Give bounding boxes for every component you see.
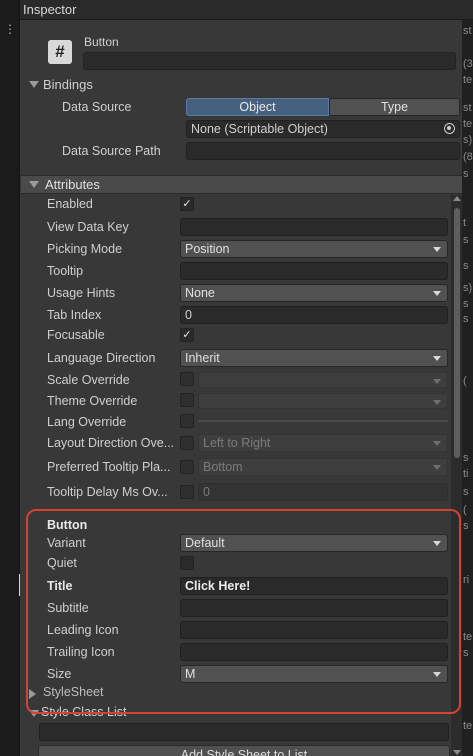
theme-override-label: Theme Override (47, 394, 138, 408)
overflow-fragment: te (463, 631, 473, 643)
left-panel-strip (0, 0, 20, 756)
overflow-fragment: te (463, 74, 473, 86)
language-direction-dropdown[interactable]: Inherit (180, 349, 448, 367)
element-type-label: Button (84, 35, 119, 49)
overflow-fragment: s (463, 486, 469, 498)
picking-mode-dropdown[interactable]: Position (180, 240, 448, 258)
tooltip-label: Tooltip (47, 264, 84, 278)
overflow-fragment: st (463, 102, 472, 114)
language-direction-value: Inherit (185, 351, 220, 365)
overflow-fragment: s) (463, 282, 473, 294)
view-data-key-label: View Data Key (47, 220, 129, 234)
layout-direction-label: Layout Direction Ove... (47, 436, 175, 450)
usage-hints-label: Usage Hints (47, 286, 116, 300)
overflow-fragment: s (463, 452, 469, 464)
data-source-path-field[interactable] (186, 142, 460, 160)
tooltip-delay-field[interactable]: 0 (198, 483, 448, 501)
overflow-fragment: s (463, 313, 469, 325)
view-data-key-field[interactable] (180, 218, 448, 236)
checkmark-icon: ✓ (182, 329, 192, 341)
data-source-object-value: None (Scriptable Object) (191, 122, 328, 136)
scroll-up-arrow-icon[interactable] (453, 196, 461, 201)
more-options-icon[interactable]: ⋮ (4, 22, 16, 36)
scale-override-checkbox[interactable] (180, 372, 194, 386)
overflow-fragment: te (463, 720, 473, 732)
chevron-down-icon (433, 400, 441, 405)
data-source-object-field[interactable]: None (Scriptable Object) (186, 120, 460, 138)
style-class-list-field[interactable] (39, 723, 449, 741)
chevron-down-icon (433, 379, 441, 384)
overflow-fragment: ( (463, 375, 467, 387)
foldout-arrow-icon[interactable] (29, 181, 39, 188)
overflow-fragment: te (463, 118, 473, 130)
overflow-fragment: ti (463, 468, 469, 480)
scrollbar-thumb[interactable] (454, 208, 460, 458)
segment-type-button[interactable]: Type (329, 98, 460, 116)
chevron-down-icon (433, 247, 441, 252)
overflow-fragment: s (463, 260, 469, 272)
object-picker-icon[interactable] (444, 123, 455, 134)
enabled-label: Enabled (47, 197, 93, 211)
tab-index-field[interactable]: 0 (180, 306, 448, 324)
checkmark-icon: ✓ (182, 198, 192, 210)
highlight-outline (26, 509, 461, 714)
inspector-panel: # Button Bindings Data Source Object Typ… (20, 20, 462, 756)
tooltip-delay-label: Tooltip Delay Ms Ov... (47, 485, 168, 499)
preferred-tooltip-value: Bottom (203, 460, 243, 474)
lang-override-field[interactable] (198, 420, 448, 422)
segment-object-button[interactable]: Object (186, 98, 329, 116)
overflow-fragment: s (463, 647, 469, 659)
overflow-fragment: st (463, 25, 472, 37)
overflow-fragment: ( (463, 504, 467, 516)
overflow-fragment: s (463, 298, 469, 310)
preferred-tooltip-checkbox[interactable] (180, 460, 194, 474)
layout-direction-dropdown[interactable]: Left to Right (198, 434, 448, 452)
layout-direction-value: Left to Right (203, 436, 271, 450)
focusable-label: Focusable (47, 328, 105, 342)
data-source-path-label: Data Source Path (62, 144, 161, 158)
element-name-field[interactable] (83, 52, 456, 70)
tab-index-label: Tab Index (47, 308, 102, 322)
scale-override-dropdown[interactable] (198, 372, 448, 388)
window-tab-bar: Inspector (20, 0, 473, 20)
overflow-fragment: (3 (463, 58, 473, 70)
overflow-fragment: s) (463, 134, 473, 146)
scale-override-label: Scale Override (47, 373, 130, 387)
data-source-label: Data Source (62, 100, 132, 114)
tooltip-field[interactable] (180, 262, 448, 280)
bindings-foldout-label[interactable]: Bindings (43, 77, 93, 92)
chevron-down-icon (433, 356, 441, 361)
enabled-checkbox[interactable]: ✓ (180, 197, 194, 211)
theme-override-checkbox[interactable] (180, 393, 194, 407)
lang-override-checkbox[interactable] (180, 414, 194, 428)
overflow-fragment: t (463, 217, 467, 229)
preferred-tooltip-dropdown[interactable]: Bottom (198, 458, 448, 476)
theme-override-dropdown[interactable] (198, 393, 448, 409)
foldout-arrow-icon[interactable] (29, 81, 39, 88)
chevron-down-icon (433, 465, 441, 470)
preferred-tooltip-label: Preferred Tooltip Pla... (47, 460, 171, 474)
overflow-fragment: s (463, 234, 469, 246)
usage-hints-value: None (185, 286, 215, 300)
chevron-down-icon (433, 441, 441, 446)
hash-icon: # (48, 40, 72, 64)
scroll-down-arrow-icon[interactable] (453, 750, 461, 755)
picking-mode-value: Position (185, 242, 230, 256)
window-title[interactable]: Inspector (23, 2, 76, 17)
language-direction-label: Language Direction (47, 351, 156, 365)
overflow-fragment: (8 (463, 151, 473, 163)
attributes-foldout-label[interactable]: Attributes (45, 177, 100, 192)
overflow-fragment: ri (463, 574, 470, 586)
usage-hints-dropdown[interactable]: None (180, 284, 448, 302)
focusable-checkbox[interactable]: ✓ (180, 328, 194, 342)
picking-mode-label: Picking Mode (47, 242, 123, 256)
chevron-down-icon (433, 291, 441, 296)
layout-direction-checkbox[interactable] (180, 436, 194, 450)
tooltip-delay-checkbox[interactable] (180, 485, 194, 499)
add-style-sheet-button[interactable]: Add Style Sheet to List (38, 745, 450, 756)
overflow-fragment: s (463, 168, 469, 180)
overflow-fragment: s (463, 520, 469, 532)
background-window-edge: st (3 te st te s) (8 s t s s s) s s ( s … (462, 20, 473, 756)
lang-override-label: Lang Override (47, 415, 127, 429)
